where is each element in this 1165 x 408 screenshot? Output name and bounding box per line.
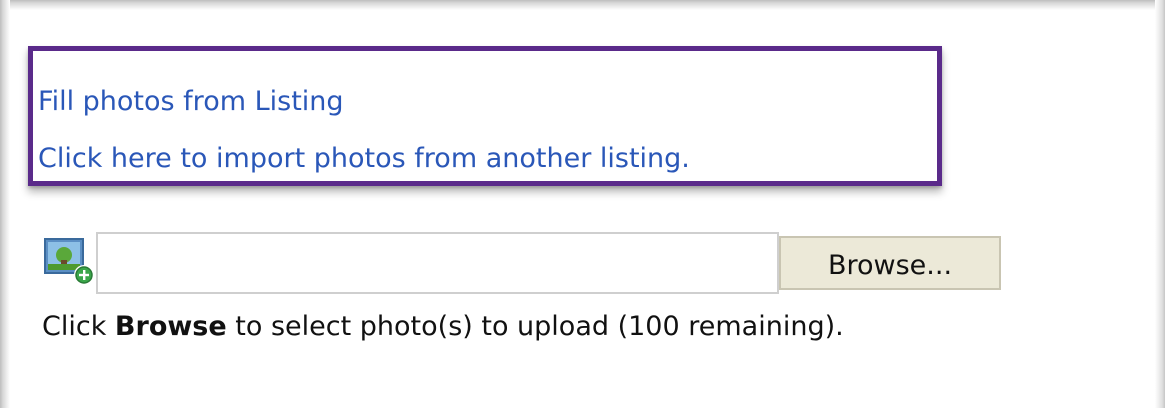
add-photo-icon — [44, 238, 94, 285]
photo-upload-panel: Fill photos from Listing Click here to i… — [0, 0, 1165, 408]
instruction-suffix: to select photo(s) to upload (100 remain… — [226, 311, 844, 342]
instruction-browse-bold: Browse — [114, 311, 227, 342]
panel-left-edge — [0, 0, 10, 408]
instruction-prefix: Click — [42, 311, 115, 342]
photo-file-path-input[interactable] — [96, 232, 779, 294]
upload-instructions: Click Browse to select photo(s) to uploa… — [42, 309, 844, 345]
fill-photos-from-listing-link[interactable]: Fill photos from Listing — [38, 85, 344, 119]
import-photos-from-another-listing-link[interactable]: Click here to import photos from another… — [38, 142, 690, 176]
browse-button[interactable]: Browse... — [779, 236, 1001, 290]
panel-top-edge — [0, 0, 1165, 10]
panel-right-edge — [1155, 0, 1165, 408]
